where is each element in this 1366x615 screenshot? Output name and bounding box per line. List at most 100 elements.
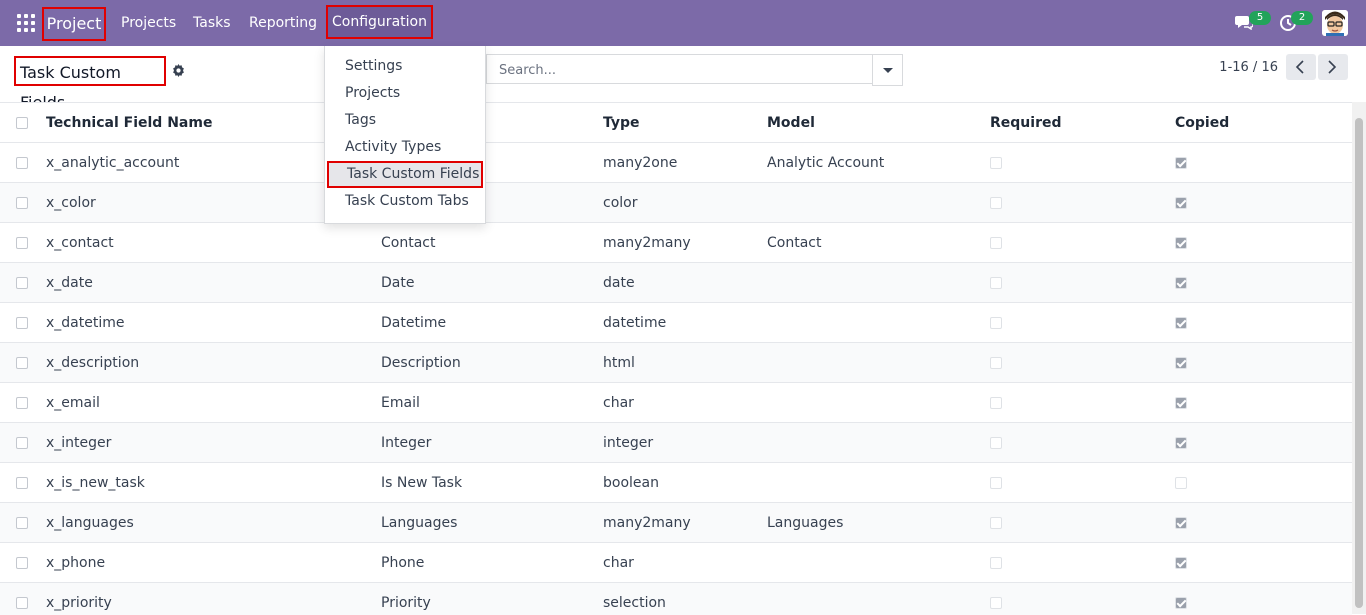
copied-checkbox: [1175, 517, 1187, 529]
cell-type: html: [603, 355, 635, 371]
required-checkbox: [990, 357, 1002, 369]
cell-field-label: Priority: [381, 595, 431, 611]
select-all-checkbox[interactable]: [16, 117, 28, 129]
table-row[interactable]: x_integer Integer integer: [0, 423, 1352, 463]
dropdown-item-tags[interactable]: Tags: [325, 107, 485, 134]
row-select-checkbox[interactable]: [16, 477, 28, 489]
user-avatar[interactable]: [1322, 10, 1348, 36]
list-scrollbar[interactable]: [1352, 102, 1366, 614]
row-select-checkbox[interactable]: [16, 357, 28, 369]
table-row[interactable]: x_datetime Datetime datetime: [0, 303, 1352, 343]
row-select-checkbox[interactable]: [16, 597, 28, 609]
cell-field-label: Is New Task: [381, 475, 463, 491]
row-select-checkbox[interactable]: [16, 517, 28, 529]
table-row[interactable]: x_priority Priority selection: [0, 583, 1352, 615]
cell-model: Languages: [767, 515, 844, 531]
cell-technical-name: x_description: [46, 355, 140, 371]
table-row[interactable]: x_date Date date: [0, 263, 1352, 303]
cell-technical-name: x_datetime: [46, 315, 125, 331]
cell-type: many2one: [603, 155, 678, 171]
table-row[interactable]: x_description Description html: [0, 343, 1352, 383]
table-header: Technical Field Name Type Model Required…: [0, 103, 1352, 143]
dropdown-item-task-custom-tabs[interactable]: Task Custom Tabs: [325, 188, 485, 215]
search-options-toggle[interactable]: [872, 54, 903, 86]
cell-type: many2many: [603, 515, 691, 531]
cell-model: Analytic Account: [767, 155, 885, 171]
table-row[interactable]: x_contact Contact many2many Contact: [0, 223, 1352, 263]
row-select-checkbox[interactable]: [16, 277, 28, 289]
table-row[interactable]: x_languages Languages many2many Languages: [0, 503, 1352, 543]
cell-model: Contact: [767, 235, 822, 251]
cell-field-label: Languages: [381, 515, 458, 531]
required-checkbox: [990, 437, 1002, 449]
copied-checkbox: [1175, 237, 1187, 249]
apps-grid-icon[interactable]: [17, 14, 35, 32]
menu-projects[interactable]: Projects: [121, 0, 176, 46]
cell-type: integer: [603, 435, 654, 451]
pager-previous-button[interactable]: [1286, 54, 1316, 80]
required-checkbox: [990, 477, 1002, 489]
avatar-face-icon: [1322, 10, 1348, 36]
cell-field-label: Email: [381, 395, 420, 411]
table-row[interactable]: x_analytic_account many2one Analytic Accou…: [0, 143, 1352, 183]
column-required[interactable]: Required: [990, 103, 1061, 143]
dropdown-item-projects[interactable]: Projects: [325, 80, 485, 107]
top-navbar: Project Projects Tasks Reporting Configu…: [0, 0, 1366, 46]
required-checkbox: [990, 157, 1002, 169]
table-row[interactable]: x_is_new_task Is New Task boolean: [0, 463, 1352, 503]
table-row[interactable]: x_email Email char: [0, 383, 1352, 423]
column-copied[interactable]: Copied: [1175, 103, 1229, 143]
cell-type: datetime: [603, 315, 667, 331]
column-technical-field-name[interactable]: Technical Field Name: [46, 103, 212, 143]
menu-tasks[interactable]: Tasks: [193, 0, 231, 46]
cell-type: boolean: [603, 475, 659, 491]
cell-field-label: Date: [381, 275, 415, 291]
cell-technical-name: x_is_new_task: [46, 475, 145, 491]
cell-field-label: Integer: [381, 435, 432, 451]
cell-type: date: [603, 275, 635, 291]
task-custom-fields-list: Technical Field Name Type Model Required…: [0, 102, 1352, 615]
row-select-checkbox[interactable]: [16, 397, 28, 409]
dropdown-item-task-custom-fields[interactable]: Task Custom Fields: [327, 161, 483, 188]
row-select-checkbox[interactable]: [16, 197, 28, 209]
copied-checkbox: [1175, 277, 1187, 289]
required-checkbox: [990, 237, 1002, 249]
chevron-left-icon: [1295, 60, 1304, 74]
copied-checkbox: [1175, 197, 1187, 209]
row-select-checkbox[interactable]: [16, 557, 28, 569]
copied-checkbox: [1175, 397, 1187, 409]
table-row[interactable]: x_color color: [0, 183, 1352, 223]
activity-count-badge: 2: [1291, 11, 1313, 25]
search-input[interactable]: [497, 55, 861, 85]
dropdown-item-settings[interactable]: Settings: [325, 53, 485, 80]
configuration-dropdown: Settings Projects Tags Activity Types Ta…: [324, 46, 486, 224]
menu-configuration[interactable]: Configuration: [326, 5, 433, 39]
cell-technical-name: x_phone: [46, 555, 106, 571]
scrollbar-thumb[interactable]: [1355, 118, 1363, 608]
cell-field-label: Contact: [381, 235, 436, 251]
cell-field-label: Datetime: [381, 315, 447, 331]
cell-field-label: Phone: [381, 555, 425, 571]
cell-type: color: [603, 195, 638, 211]
menu-reporting[interactable]: Reporting: [249, 0, 317, 46]
row-select-checkbox[interactable]: [16, 317, 28, 329]
required-checkbox: [990, 597, 1002, 609]
row-select-checkbox[interactable]: [16, 237, 28, 249]
row-select-checkbox[interactable]: [16, 437, 28, 449]
cell-technical-name: x_priority: [46, 595, 112, 611]
page-title[interactable]: Task Custom Fields: [14, 56, 166, 112]
required-checkbox: [990, 397, 1002, 409]
column-type[interactable]: Type: [603, 103, 640, 143]
cell-type: char: [603, 555, 634, 571]
table-row[interactable]: x_phone Phone char: [0, 543, 1352, 583]
copied-checkbox: [1175, 157, 1187, 169]
pager-next-button[interactable]: [1318, 54, 1348, 80]
dropdown-item-activity-types[interactable]: Activity Types: [325, 134, 485, 161]
cell-type: char: [603, 395, 634, 411]
chat-count-badge: 5: [1249, 11, 1271, 25]
pager-value[interactable]: 1-16 / 16: [1212, 60, 1278, 75]
app-brand[interactable]: Project: [42, 7, 106, 41]
gear-icon[interactable]: [172, 64, 185, 77]
column-model[interactable]: Model: [767, 103, 815, 143]
row-select-checkbox[interactable]: [16, 157, 28, 169]
